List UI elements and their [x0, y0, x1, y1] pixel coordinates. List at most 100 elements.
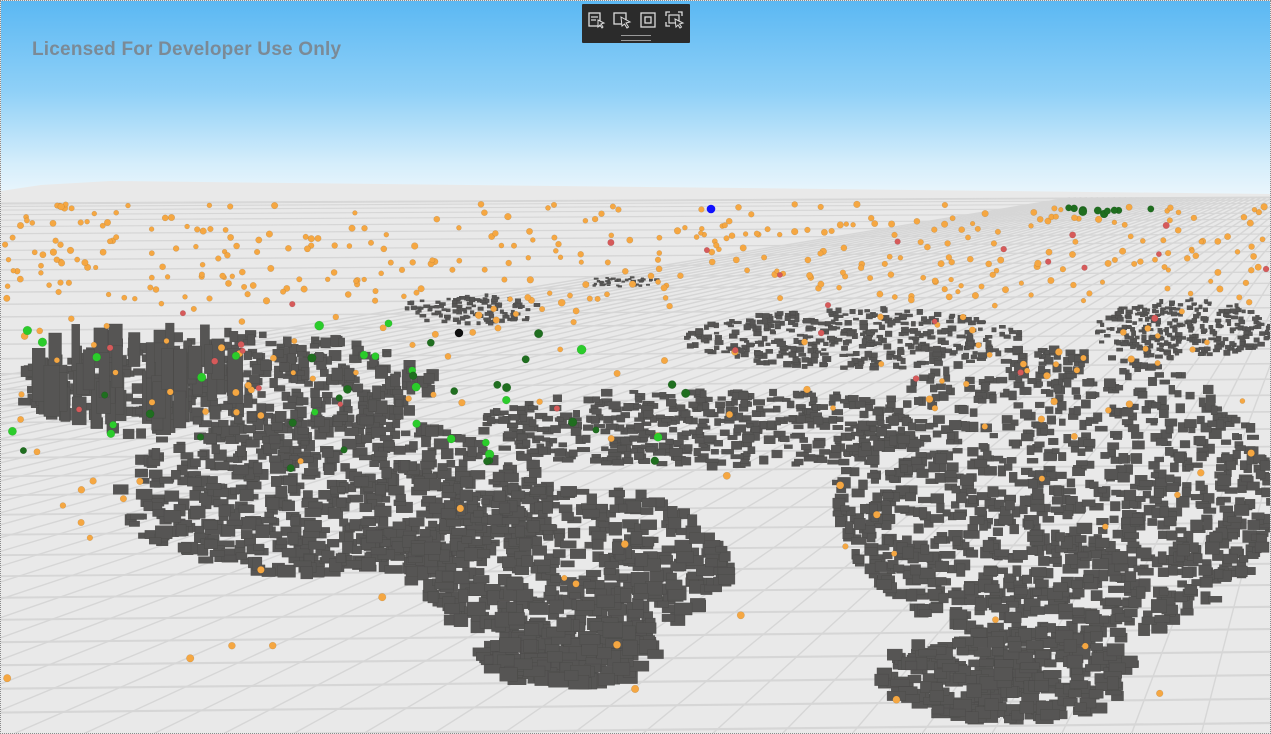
map-point-marker[interactable]: [1045, 248, 1053, 256]
map-point-marker[interactable]: [233, 408, 240, 416]
map-point-marker[interactable]: [352, 369, 359, 376]
map-point-marker[interactable]: [65, 279, 73, 286]
map-point-marker[interactable]: [817, 203, 824, 211]
map-point-marker[interactable]: [1052, 213, 1059, 220]
map-point-marker[interactable]: [993, 267, 1000, 274]
map-point-marker[interactable]: [1203, 339, 1210, 346]
map-point-marker[interactable]: [1152, 256, 1158, 263]
map-point-marker[interactable]: [297, 457, 304, 465]
map-point-marker[interactable]: [551, 234, 558, 241]
map-point-marker[interactable]: [913, 217, 921, 225]
map-point-marker[interactable]: [113, 234, 120, 241]
map-point-marker[interactable]: [228, 641, 236, 650]
map-point-marker[interactable]: [1121, 221, 1128, 228]
map-point-marker[interactable]: [166, 388, 174, 396]
map-point-marker[interactable]: [945, 293, 953, 301]
map-point-marker[interactable]: [184, 223, 190, 230]
map-point-marker[interactable]: [570, 318, 577, 326]
map-point-marker[interactable]: [626, 236, 634, 244]
map-point-marker[interactable]: [881, 260, 888, 268]
map-point-marker[interactable]: [198, 271, 205, 278]
map-point-marker[interactable]: [1216, 285, 1224, 293]
map-point-marker[interactable]: [959, 313, 967, 321]
map-point-marker[interactable]: [791, 227, 799, 236]
map-point-marker[interactable]: [920, 274, 927, 281]
map-point-marker[interactable]: [507, 296, 513, 302]
map-point-marker[interactable]: [163, 338, 170, 344]
map-point-marker[interactable]: [492, 316, 500, 324]
map-point-marker[interactable]: [1183, 254, 1191, 262]
map-point-marker[interactable]: [314, 234, 322, 242]
map-point-marker[interactable]: [877, 313, 884, 321]
map-point-marker[interactable]: [1, 241, 9, 248]
map-point-marker[interactable]: [888, 220, 896, 228]
map-point-marker[interactable]: [1164, 285, 1171, 292]
map-point-marker[interactable]: [1161, 263, 1168, 271]
map-point-marker[interactable]: [1236, 294, 1243, 301]
map-point-marker[interactable]: [598, 210, 605, 217]
map-point-marker[interactable]: [378, 270, 385, 277]
map-point-marker[interactable]: [1104, 259, 1112, 267]
map-point-marker[interactable]: [555, 240, 562, 248]
map-point-marker[interactable]: [891, 231, 898, 239]
map-point-marker[interactable]: [613, 369, 621, 377]
map-point-marker[interactable]: [997, 256, 1005, 264]
map-point-marker[interactable]: [699, 225, 705, 232]
map-point-marker[interactable]: [931, 404, 939, 412]
map-point-marker[interactable]: [708, 258, 716, 266]
map-point-marker[interactable]: [761, 254, 768, 261]
map-point-marker[interactable]: [1246, 219, 1254, 227]
map-point-marker[interactable]: [871, 220, 879, 228]
map-point-marker[interactable]: [57, 203, 65, 211]
map-point-marker[interactable]: [430, 391, 437, 398]
map-point-marker[interactable]: [324, 276, 331, 283]
map-point-marker[interactable]: [361, 224, 368, 232]
map-point-marker[interactable]: [631, 684, 640, 693]
map-point-marker[interactable]: [186, 654, 195, 663]
map-point-marker[interactable]: [1139, 238, 1146, 244]
map-point-marker[interactable]: [965, 234, 971, 241]
map-point-marker[interactable]: [332, 313, 340, 321]
map-point-marker[interactable]: [990, 240, 998, 247]
map-point-marker[interactable]: [52, 237, 59, 244]
map-point-marker[interactable]: [182, 294, 188, 300]
map-point-marker[interactable]: [1127, 233, 1134, 240]
map-point-marker[interactable]: [552, 247, 559, 254]
map-point-marker[interactable]: [16, 221, 25, 230]
map-point-marker[interactable]: [621, 267, 629, 275]
map-point-marker[interactable]: [1175, 209, 1182, 216]
map-point-marker[interactable]: [5, 256, 12, 263]
map-point-marker[interactable]: [159, 263, 166, 271]
map-point-marker[interactable]: [413, 289, 420, 296]
map-point-marker[interactable]: [836, 221, 844, 229]
map-point-marker[interactable]: [267, 264, 275, 272]
map-point-marker[interactable]: [830, 405, 836, 411]
map-point-marker[interactable]: [331, 242, 338, 249]
map-point-marker[interactable]: [1037, 415, 1046, 423]
map-point-marker[interactable]: [371, 297, 379, 304]
map-point-marker[interactable]: [975, 341, 982, 349]
map-point-marker[interactable]: [867, 214, 875, 222]
map-point-marker[interactable]: [290, 369, 297, 376]
map-point-marker[interactable]: [33, 448, 41, 456]
map-point-marker[interactable]: [876, 290, 884, 298]
map-point-marker[interactable]: [1059, 266, 1067, 273]
map-point-marker[interactable]: [1125, 203, 1133, 211]
map-point-marker[interactable]: [1069, 251, 1076, 258]
map-point-marker[interactable]: [302, 233, 309, 240]
map-point-marker[interactable]: [948, 258, 955, 266]
map-point-marker[interactable]: [1086, 290, 1093, 297]
map-point-marker[interactable]: [557, 298, 566, 307]
map-point-marker[interactable]: [512, 310, 520, 318]
map-point-marker[interactable]: [1198, 238, 1204, 245]
map-point-marker[interactable]: [387, 259, 394, 266]
map-point-marker[interactable]: [164, 274, 171, 280]
map-point-marker[interactable]: [828, 227, 835, 235]
map-point-marker[interactable]: [647, 272, 655, 280]
map-point-marker[interactable]: [113, 209, 120, 216]
map-point-marker[interactable]: [777, 295, 784, 302]
map-point-marker[interactable]: [986, 351, 993, 358]
map-point-marker[interactable]: [1214, 268, 1222, 276]
map-point-marker[interactable]: [591, 215, 599, 223]
map-point-marker[interactable]: [963, 380, 970, 388]
